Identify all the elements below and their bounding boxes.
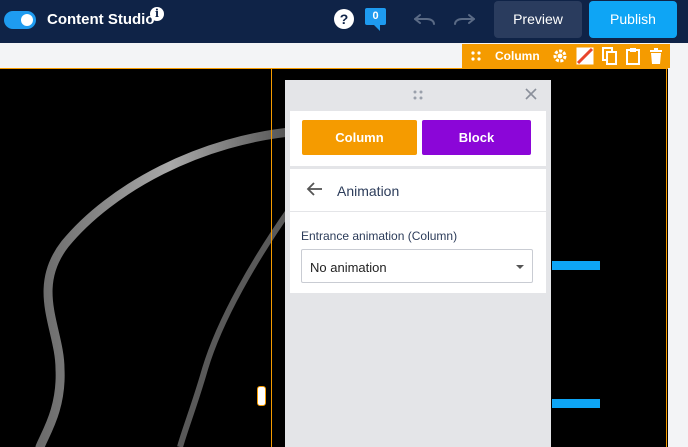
paste-icon[interactable] (624, 47, 642, 65)
section-title: Animation (337, 183, 400, 199)
preview-button[interactable]: Preview (494, 1, 582, 38)
top-bar: Content Studio i ? 0 Preview Publish (0, 0, 688, 43)
section-header: Animation (290, 169, 546, 212)
drag-icon[interactable] (413, 90, 423, 100)
trash-icon[interactable] (647, 47, 665, 65)
chevron-down-icon (516, 265, 524, 269)
entrance-animation-select[interactable]: No animation (301, 249, 533, 283)
info-icon[interactable]: i (150, 7, 164, 21)
tab-column[interactable]: Column (302, 120, 417, 155)
toggle-switch[interactable] (4, 11, 36, 29)
select-value: No animation (310, 260, 387, 275)
resize-handle[interactable] (257, 386, 266, 406)
panel-tabs: Column Block (290, 111, 546, 166)
drag-icon[interactable] (471, 51, 481, 61)
back-arrow-icon[interactable] (306, 181, 324, 197)
comment-icon[interactable]: 0 (365, 8, 386, 31)
copy-icon[interactable] (601, 47, 619, 65)
help-icon[interactable]: ? (334, 9, 354, 29)
panel-header[interactable] (285, 80, 551, 108)
column-label: Column (495, 49, 540, 63)
settings-panel: Column Block Animation Entrance animatio… (285, 80, 551, 447)
publish-button[interactable]: Publish (589, 1, 677, 38)
column-toolbar: Column (462, 44, 670, 68)
undo-icon[interactable] (412, 10, 438, 28)
app-title: Content Studio (47, 11, 155, 28)
gear-icon[interactable] (551, 47, 569, 65)
entrance-animation-label: Entrance animation (Column) (301, 229, 458, 243)
no-background-icon[interactable] (576, 47, 594, 65)
close-icon[interactable] (524, 87, 538, 101)
panel-body: Entrance animation (Column) No animation (290, 212, 546, 293)
tab-block[interactable]: Block (422, 120, 531, 155)
redo-icon[interactable] (451, 10, 477, 28)
